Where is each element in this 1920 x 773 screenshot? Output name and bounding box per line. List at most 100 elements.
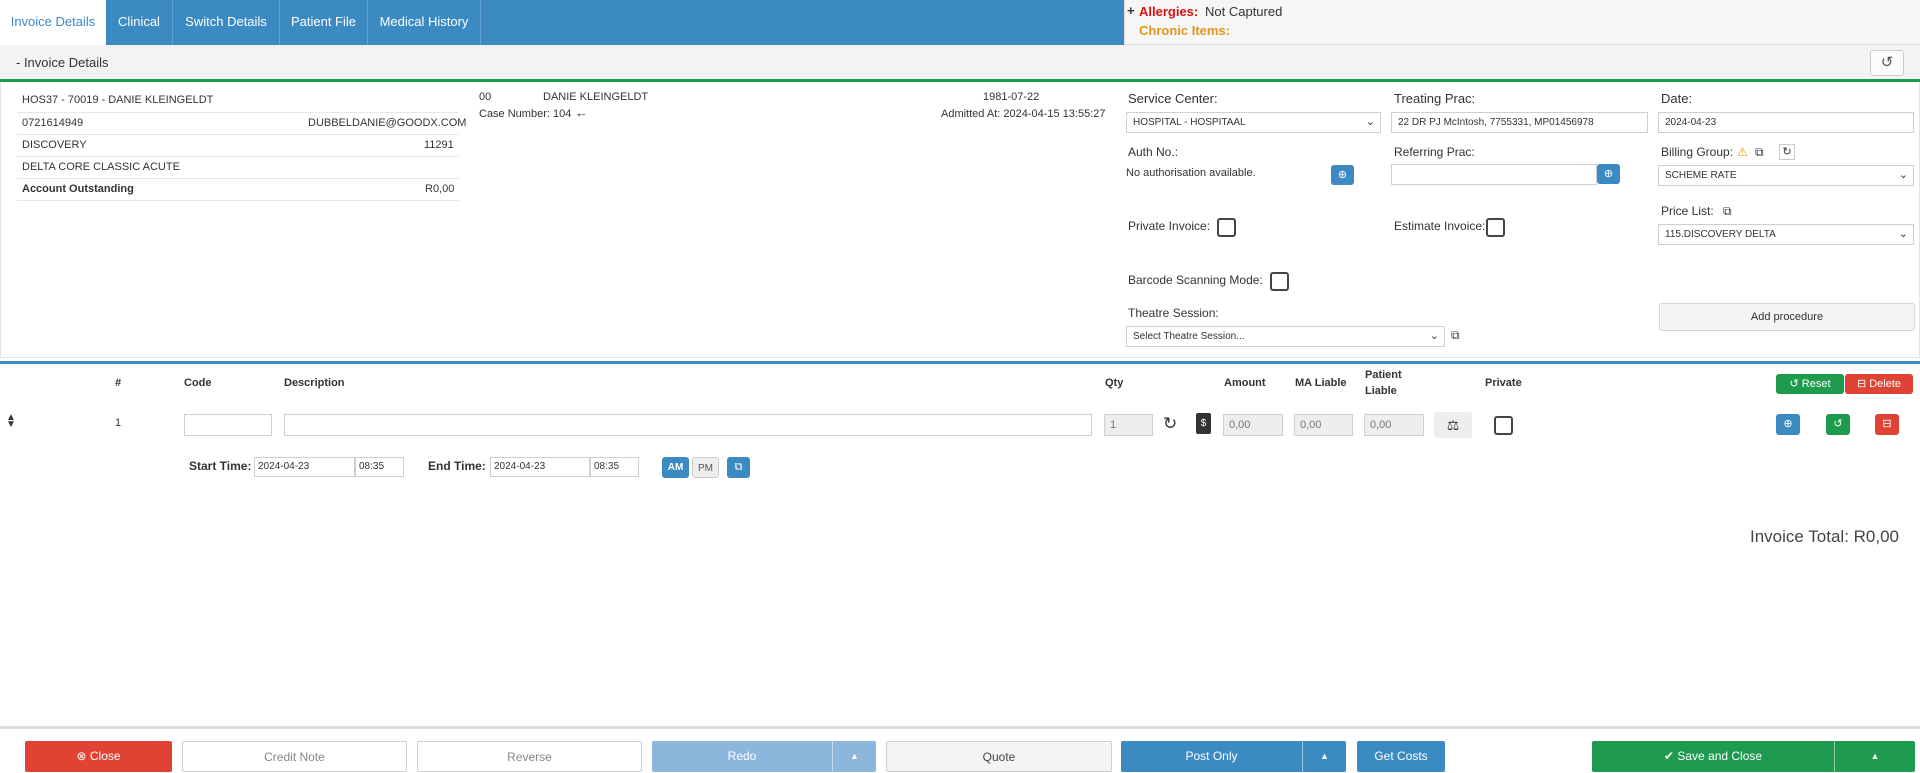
invoice-total: Invoice Total: R0,00 [1750,527,1899,546]
account-line: HOS37 - 70019 - DANIE KLEINGELDT [22,94,214,106]
billing-group-label: Billing Group: [1661,145,1734,159]
price-list-select[interactable]: 115.DISCOVERY DELTA ⌄ [1658,224,1914,245]
get-costs-button[interactable]: Get Costs [1357,741,1445,772]
copy-icon[interactable]: ⧉ [1755,145,1764,160]
auth-no-label: Auth No.: [1128,145,1179,159]
patient-phone: 0721614949 [22,117,84,129]
section-title[interactable]: - Invoice Details [16,55,108,70]
date-field[interactable]: 2024-04-23 [1658,112,1914,133]
auth-no-value: No authorisation available. [1126,167,1256,179]
col-amount: Amount [1224,377,1266,389]
reset-label: Reset [1801,378,1831,390]
chevron-up-icon[interactable]: ▲ [1302,741,1346,772]
remove-line-button[interactable]: ⊟ [1875,414,1899,435]
start-date-input[interactable]: 2024-04-23 [254,457,355,477]
chevron-up-icon[interactable]: ▲ [1834,741,1915,772]
date-label: Date: [1661,91,1693,106]
end-time-input[interactable]: 08:35 [590,457,639,477]
private-invoice-checkbox[interactable] [1217,218,1236,237]
col-ma-liable: MA Liable [1295,377,1347,389]
billing-group-value: SCHEME RATE [1665,170,1737,181]
allergies-label: Allergies: [1139,4,1199,19]
recalculate-icon[interactable]: ↻ [1163,414,1177,434]
close-button[interactable]: ⊗ Close [25,741,172,772]
patient-dob: 1981-07-22 [983,91,1040,103]
estimate-invoice-label: Estimate Invoice: [1394,219,1486,233]
col-code: Code [184,377,212,389]
quote-button[interactable]: Quote [886,741,1112,772]
theatre-session-select[interactable]: Select Theatre Session... ⌄ [1126,326,1445,347]
tab-invoice-details[interactable]: Invoice Details [0,0,106,45]
reset-button[interactable]: ↺ Reset [1776,374,1844,394]
add-procedure-button[interactable]: Add procedure [1659,303,1915,331]
patient-email: DUBBELDANIE@GOODX.COM [308,117,467,129]
medical-aid-plan: DELTA CORE CLASSIC ACUTE [22,161,180,173]
copy-icon[interactable]: ⧉ [1451,328,1460,343]
am-toggle[interactable]: AM [662,457,689,478]
tab-bar: Invoice Details Clinical Switch Details … [0,0,1124,45]
invoice-lines: # Code Description Qty Amount MA Liable … [0,361,1920,725]
patient-name: DANIE KLEINGELDT [543,91,649,103]
refresh-icon[interactable]: ↻ [1779,144,1795,160]
tab-patient-file[interactable]: Patient File [280,0,368,45]
description-input[interactable] [284,414,1092,436]
chevron-down-icon: ⌄ [1429,330,1439,342]
code-input[interactable] [184,414,272,436]
add-line-button[interactable]: ⊕ [1776,414,1800,435]
drag-handle-icon[interactable]: ▲ ▼ [6,413,16,430]
undo-icon: ↺ [1833,418,1843,430]
reverse-button[interactable]: Reverse [417,741,642,772]
estimate-invoice-checkbox[interactable] [1486,218,1505,237]
undo-icon: ↺ [1789,378,1799,390]
pm-toggle[interactable]: PM [692,457,719,478]
add-auth-button[interactable]: ⊕ [1331,165,1354,185]
minus-square-icon: ⊟ [1882,418,1892,430]
case-link-arrow-icon[interactable]: ← [575,105,588,120]
treating-prac-label: Treating Prac: [1394,91,1476,106]
dependant-code: 00 [479,91,492,103]
account-outstanding-label: Account Outstanding [22,183,134,195]
add-referring-prac-button[interactable]: ⊕ [1597,164,1620,184]
redo-button[interactable]: Redo ▲ [652,741,876,772]
copy-icon: ⧉ [734,461,743,473]
barcode-mode-label: Barcode Scanning Mode: [1128,273,1263,287]
plus-circle-icon: ⊕ [1783,418,1793,430]
barcode-mode-checkbox[interactable] [1270,272,1289,291]
end-time-label: End Time: [428,459,486,473]
minus-square-icon: ⊟ [1856,378,1867,390]
qty-input[interactable]: 1 [1104,414,1153,436]
copy-icon[interactable]: ⧉ [1723,204,1732,219]
col-private: Private [1485,377,1522,389]
chevron-up-icon[interactable]: ▲ [832,741,876,772]
history-icon: ↺ [1880,54,1894,71]
copy-times-button[interactable]: ⧉ [727,457,750,478]
check-circle-icon: ✔ [1663,749,1674,763]
tab-clinical[interactable]: Clinical [106,0,173,45]
chevron-down-icon: ⌄ [1365,116,1375,128]
billing-group-select[interactable]: SCHEME RATE ⌄ [1658,165,1914,186]
private-line-checkbox[interactable] [1494,416,1513,435]
treating-prac-field[interactable]: 22 DR PJ McIntosh, 7755331, MP01456978 [1391,112,1648,133]
post-only-button[interactable]: Post Only ▲ [1121,741,1346,772]
invoice-document-icon[interactable]: $ [1196,413,1211,434]
patient-liable-input: 0,00 [1364,414,1424,436]
credit-note-button[interactable]: Credit Note [182,741,407,772]
save-and-close-button[interactable]: ✔ Save and Close ▲ [1592,741,1915,772]
tab-switch-details[interactable]: Switch Details [173,0,280,45]
service-center-select[interactable]: HOSPITAL - HOSPITAAL ⌄ [1126,112,1381,133]
start-time-input[interactable]: 08:35 [355,457,404,477]
col-number: # [115,377,122,389]
warning-icon: ⚠ [1737,145,1748,159]
end-date-input[interactable]: 2024-04-23 [490,457,590,477]
service-center-label: Service Center: [1128,91,1218,106]
history-button[interactable]: ↺ [1870,50,1904,76]
col-patient-liable-line1: Patient [1365,369,1402,381]
tab-medical-history[interactable]: Medical History [368,0,481,45]
save-and-close-label-wrap: ✔ Save and Close [1592,741,1834,772]
expand-alerts-icon[interactable]: + [1127,3,1135,18]
balance-scale-icon[interactable]: ⚖ [1434,412,1472,438]
referring-prac-field[interactable] [1391,164,1597,185]
delete-button[interactable]: ⊟ Delete [1845,374,1913,394]
undo-line-button[interactable]: ↺ [1826,414,1850,435]
chevron-down-icon: ⌄ [1898,169,1908,181]
